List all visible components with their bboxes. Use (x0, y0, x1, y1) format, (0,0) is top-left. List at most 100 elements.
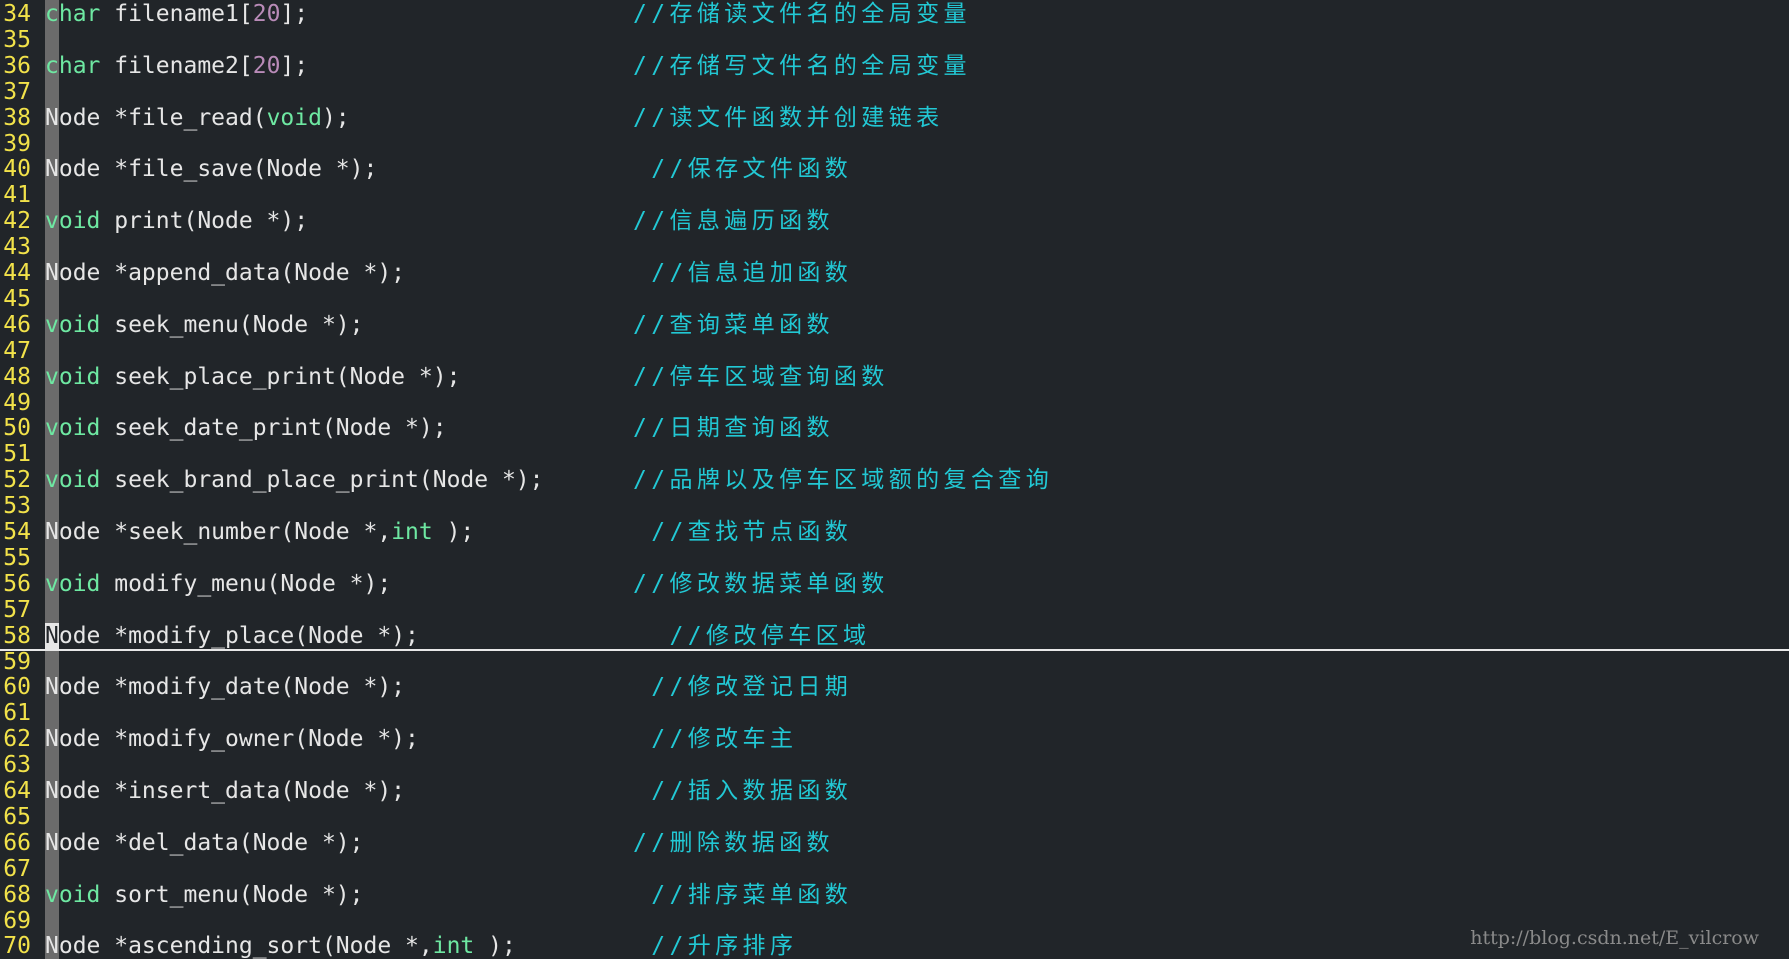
line-number: 52 (3, 467, 31, 494)
code-line[interactable]: 49 (0, 390, 1789, 416)
line-number: 34 (3, 1, 31, 27)
code-text: void seek_place_print(Node *); (45, 364, 460, 390)
code-line[interactable]: 64 Node *insert_data(Node *); //插入数据函数 (0, 778, 1789, 804)
code-token: ); (432, 519, 475, 545)
code-token: Node *insert_data(Node *); (45, 778, 406, 804)
code-line[interactable]: 60 Node *modify_date(Node *); //修改登记日期 (0, 674, 1789, 700)
code-line[interactable]: 48 void seek_place_print(Node *); //停车区域查询… (0, 364, 1789, 390)
code-text: Node *file_read(void); (45, 105, 350, 131)
code-line[interactable]: 42 void print(Node *); //信息遍历函数 (0, 208, 1789, 234)
keyword-token: char (45, 1, 101, 27)
code-line[interactable]: 45 (0, 286, 1789, 312)
code-text: Node *del_data(Node *); (45, 830, 364, 856)
code-text: Node *insert_data(Node *); (45, 778, 405, 804)
code-line[interactable]: 68 void sort_menu(Node *); //排序菜单函数 (0, 882, 1789, 908)
code-line[interactable]: 62 Node *modify_owner(Node *); //修改车主 (0, 726, 1789, 752)
code-token: filename1[ (100, 1, 253, 27)
code-line[interactable]: 35 (0, 27, 1789, 53)
code-line[interactable]: 44 Node *append_data(Node *); //信息追加函数 (0, 260, 1789, 286)
code-token: ]; (280, 1, 309, 27)
code-text: void modify_menu(Node *); (45, 571, 391, 597)
code-token: seek_menu(Node *); (100, 311, 364, 338)
code-line[interactable]: 55 (0, 545, 1789, 571)
code-line[interactable]: 46 void seek_menu(Node *); //查询菜单函数 (0, 312, 1789, 338)
code-token: Node *modify_date(Node *); (45, 674, 406, 701)
comment: //插入数据函数 (633, 778, 853, 804)
code-token: Node *modify_owner(Node *); (45, 726, 419, 753)
code-line[interactable]: 51 (0, 441, 1789, 467)
code-line[interactable]: 61 (0, 700, 1789, 726)
code-line[interactable]: 58 Node *modify_place(Node *); //修改停车区域 (0, 622, 1789, 651)
watermark: http://blog.csdn.net/E_vilcrow (1470, 927, 1759, 949)
code-text: void print(Node *); (45, 208, 308, 234)
line-number: 44 (3, 260, 31, 286)
line-number: 43 (3, 234, 31, 261)
code-token: Node *seek_number(Node *, (45, 519, 392, 545)
comment: //查询菜单函数 (633, 311, 834, 338)
code-line[interactable]: 47 (0, 338, 1789, 364)
code-text: Node *seek_number(Node *,int ); (45, 519, 474, 545)
line-number: 66 (3, 829, 31, 856)
code-line[interactable]: 63 (0, 752, 1789, 778)
code-text: Node *append_data(Node *); (45, 260, 405, 286)
code-line[interactable]: 65 (0, 804, 1789, 830)
code-line[interactable]: 54 Node *seek_number(Node *,int ); //查找节点… (0, 519, 1789, 545)
line-number: 67 (3, 855, 31, 882)
comment: //保存文件函数 (633, 156, 853, 183)
line-number: 60 (3, 674, 31, 701)
line-number: 38 (3, 104, 31, 131)
code-line[interactable]: 57 (0, 597, 1789, 623)
code-token: Node *append_data(Node *); (45, 260, 406, 286)
line-number: 49 (3, 389, 31, 416)
code-token: ); (321, 104, 350, 131)
code-token: Node *del_data(Node *); (45, 829, 364, 856)
keyword-token: void (266, 104, 322, 131)
code-line[interactable]: 37 (0, 79, 1789, 105)
line-number: 55 (3, 544, 31, 571)
code-line[interactable]: 59 (0, 649, 1789, 675)
comment: //查找节点函数 (633, 519, 853, 545)
comment: //日期查询函数 (633, 415, 834, 442)
code-line[interactable]: 38 Node *file_read(void); //读文件函数并创建链表 (0, 105, 1789, 131)
code-line[interactable]: 36 char filename2[20]; //存储写文件名的全局变量 (0, 53, 1789, 79)
code-line[interactable]: 56 void modify_menu(Node *); //修改数据菜单函数 (0, 571, 1789, 597)
line-number: 59 (3, 648, 31, 675)
code-line[interactable]: 52 void seek_brand_place_print(Node *); //… (0, 467, 1789, 493)
code-line[interactable]: 53 (0, 493, 1789, 519)
comment: //排序菜单函数 (633, 881, 853, 908)
code-token: seek_date_print(Node *); (100, 415, 447, 442)
comment: //存储读文件名的全局变量 (633, 1, 971, 27)
line-number: 39 (3, 130, 31, 157)
code-line[interactable]: 66 Node *del_data(Node *); //删除数据函数 (0, 830, 1789, 856)
code-text: void sort_menu(Node *); (45, 882, 364, 908)
number-token: 20 (252, 52, 281, 79)
line-number: 42 (3, 208, 31, 235)
code-line[interactable]: 41 (0, 182, 1789, 208)
line-number: 37 (3, 78, 31, 105)
keyword-token: int (432, 933, 475, 959)
code-token: ); (474, 933, 516, 959)
code-token: sort_menu(Node *); (100, 881, 364, 908)
code-line[interactable]: 34 char filename1[20]; //存储读文件名的全局变量 (0, 1, 1789, 27)
comment: //信息追加函数 (633, 260, 853, 286)
code-line[interactable]: 43 (0, 234, 1789, 260)
line-number: 68 (3, 881, 31, 908)
code-text: void seek_menu(Node *); (45, 312, 364, 338)
code-token: seek_place_print(Node *); (100, 363, 461, 390)
code-line[interactable]: 67 (0, 856, 1789, 882)
code-token: Node *file_save(Node *); (45, 156, 378, 183)
code-line[interactable]: 39 (0, 131, 1789, 157)
comment: //升序排序 (633, 933, 798, 959)
code-token: modify_menu(Node *); (100, 570, 392, 597)
line-number: 70 (3, 933, 31, 959)
line-number: 53 (3, 493, 31, 520)
comment: //修改登记日期 (633, 674, 853, 701)
comment: //修改车主 (633, 726, 798, 753)
code-token: filename2[ (100, 52, 253, 79)
keyword-token: void (45, 570, 101, 597)
line-number: 50 (3, 415, 31, 442)
keyword-token: void (45, 467, 101, 494)
code-line[interactable]: 40 Node *file_save(Node *); //保存文件函数 (0, 156, 1789, 182)
line-number: 46 (3, 311, 31, 338)
code-line[interactable]: 50 void seek_date_print(Node *); //日期查询函数 (0, 415, 1789, 441)
